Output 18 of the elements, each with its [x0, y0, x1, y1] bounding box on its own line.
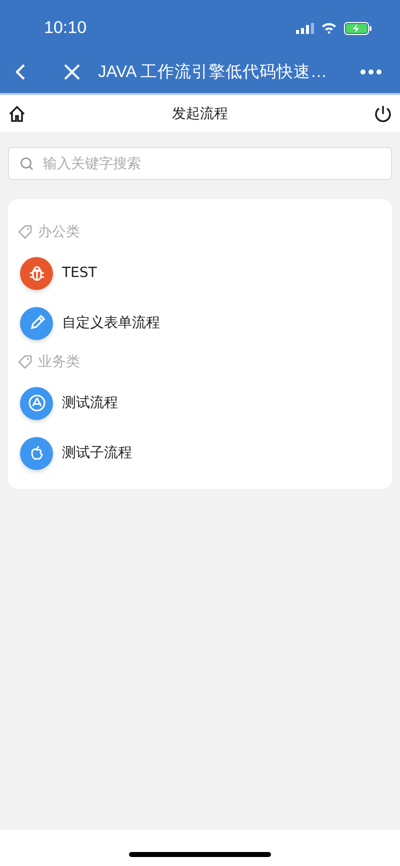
- signal-icon: [296, 22, 314, 34]
- group-title: 办公类: [38, 223, 80, 241]
- tag-icon: [18, 225, 32, 239]
- wifi-icon: [321, 22, 337, 34]
- status-time: 10:10: [44, 18, 87, 38]
- group-title: 业务类: [38, 353, 80, 371]
- battery-icon: [344, 22, 372, 34]
- search-field[interactable]: 输入关键字搜索: [8, 147, 392, 180]
- more-icon[interactable]: [360, 68, 382, 74]
- close-icon[interactable]: [64, 64, 80, 80]
- process-item[interactable]: 自定义表单流程: [20, 299, 382, 347]
- header-title: 发起流程: [172, 104, 228, 122]
- tag-icon: [18, 355, 32, 369]
- process-item[interactable]: TEST: [20, 249, 382, 297]
- back-icon[interactable]: [14, 62, 26, 80]
- page-title: JAVA 工作流引擎低代码快速…: [98, 62, 328, 82]
- process-item[interactable]: 测试子流程: [20, 429, 382, 477]
- process-item[interactable]: 测试流程: [20, 379, 382, 427]
